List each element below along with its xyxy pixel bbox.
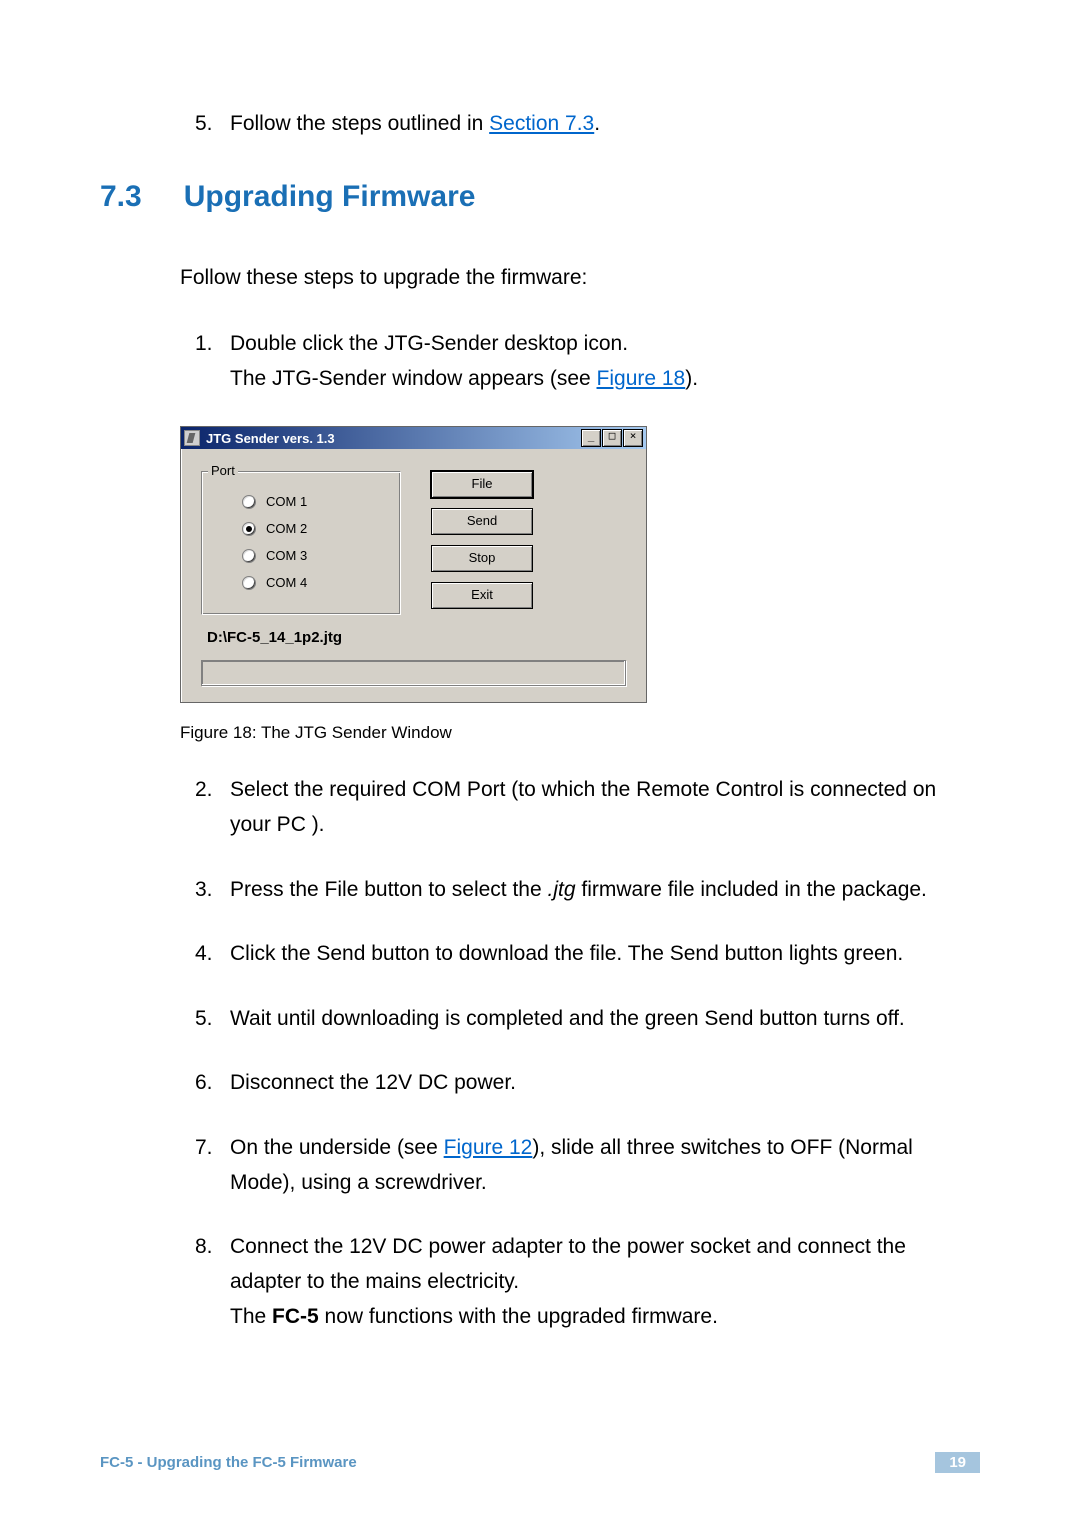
step-8: 8. Connect the 12V DC power adapter to t… (195, 1230, 980, 1334)
list-item: 5. Follow the steps outlined in Section … (195, 108, 980, 140)
step-text: Select the required COM Port (to which t… (230, 773, 980, 842)
stop-button[interactable]: Stop (431, 545, 533, 572)
step-3: 3. Press the File button to select the .… (195, 873, 980, 908)
step-number: 4. (195, 937, 230, 972)
radio-com1[interactable]: COM 1 (242, 494, 388, 509)
intro-paragraph: Follow these steps to upgrade the firmwa… (180, 262, 980, 294)
minimize-button[interactable]: _ (581, 429, 601, 447)
step-text: Disconnect the 12V DC power. (230, 1066, 980, 1101)
page-number: 19 (935, 1452, 980, 1473)
step-text: Press the File button to select the .jtg… (230, 873, 980, 908)
radio-icon (242, 576, 256, 590)
step-7: 7. On the underside (see Figure 12), sli… (195, 1131, 980, 1200)
page-footer: FC-5 - Upgrading the FC-5 Firmware 19 (100, 1452, 980, 1473)
step-number: 6. (195, 1066, 230, 1101)
footer-text: FC-5 - Upgrading the FC-5 Firmware (100, 1454, 357, 1471)
step-text: Connect the 12V DC power adapter to the … (230, 1230, 980, 1334)
jtg-sender-window: JTG Sender vers. 1.3 _ □ × Port COM 1 (180, 426, 647, 703)
radio-label: COM 1 (266, 494, 307, 509)
section-title: Upgrading Firmware (184, 180, 476, 214)
section-heading: 7.3 Upgrading Firmware (100, 180, 980, 214)
section-number: 7.3 (100, 180, 142, 214)
step-number: 5. (195, 1002, 230, 1037)
step-4: 4. Click the Send button to download the… (195, 937, 980, 972)
app-icon (184, 430, 200, 446)
exit-button[interactable]: Exit (431, 582, 533, 609)
port-groupbox: Port COM 1 COM 2 COM 3 (201, 471, 401, 615)
step-number: 1. (195, 327, 230, 396)
figure-link[interactable]: Figure 12 (444, 1136, 533, 1159)
progress-bar (201, 660, 626, 686)
step-text: Wait until downloading is completed and … (230, 1002, 980, 1037)
step-6: 6. Disconnect the 12V DC power. (195, 1066, 980, 1101)
window-titlebar: JTG Sender vers. 1.3 _ □ × (181, 427, 646, 449)
file-path-display: D:\FC-5_14_1p2.jtg (207, 629, 646, 646)
radio-icon (242, 522, 256, 536)
radio-icon (242, 495, 256, 509)
radio-com4[interactable]: COM 4 (242, 575, 388, 590)
radio-com2[interactable]: COM 2 (242, 521, 388, 536)
step-number: 2. (195, 773, 230, 842)
window-title: JTG Sender vers. 1.3 (206, 431, 580, 446)
step-text: Double click the JTG-Sender desktop icon… (230, 332, 628, 355)
section-link[interactable]: Section 7.3 (489, 112, 594, 135)
maximize-button[interactable]: □ (602, 429, 622, 447)
groupbox-label: Port (208, 463, 238, 478)
step-1: 1. Double click the JTG-Sender desktop i… (195, 327, 980, 396)
step-text: Click the Send button to download the fi… (230, 937, 980, 972)
step-number: 3. (195, 873, 230, 908)
radio-com3[interactable]: COM 3 (242, 548, 388, 563)
radio-label: COM 4 (266, 575, 307, 590)
step-text: On the underside (see Figure 12), slide … (230, 1131, 980, 1200)
step-2: 2. Select the required COM Port (to whic… (195, 773, 980, 842)
list-item-number: 5. (195, 108, 230, 140)
figure-caption: Figure 18: The JTG Sender Window (180, 723, 980, 743)
close-button[interactable]: × (623, 429, 643, 447)
step-5: 5. Wait until downloading is completed a… (195, 1002, 980, 1037)
send-button[interactable]: Send (431, 508, 533, 535)
step-number: 8. (195, 1230, 230, 1334)
step-number: 7. (195, 1131, 230, 1200)
radio-label: COM 2 (266, 521, 307, 536)
file-button[interactable]: File (431, 471, 533, 498)
radio-label: COM 3 (266, 548, 307, 563)
list-item-text: Follow the steps outlined in Section 7.3… (230, 108, 600, 140)
figure-link[interactable]: Figure 18 (597, 367, 686, 390)
radio-icon (242, 549, 256, 563)
figure-jtg-sender-window: JTG Sender vers. 1.3 _ □ × Port COM 1 (180, 426, 980, 703)
